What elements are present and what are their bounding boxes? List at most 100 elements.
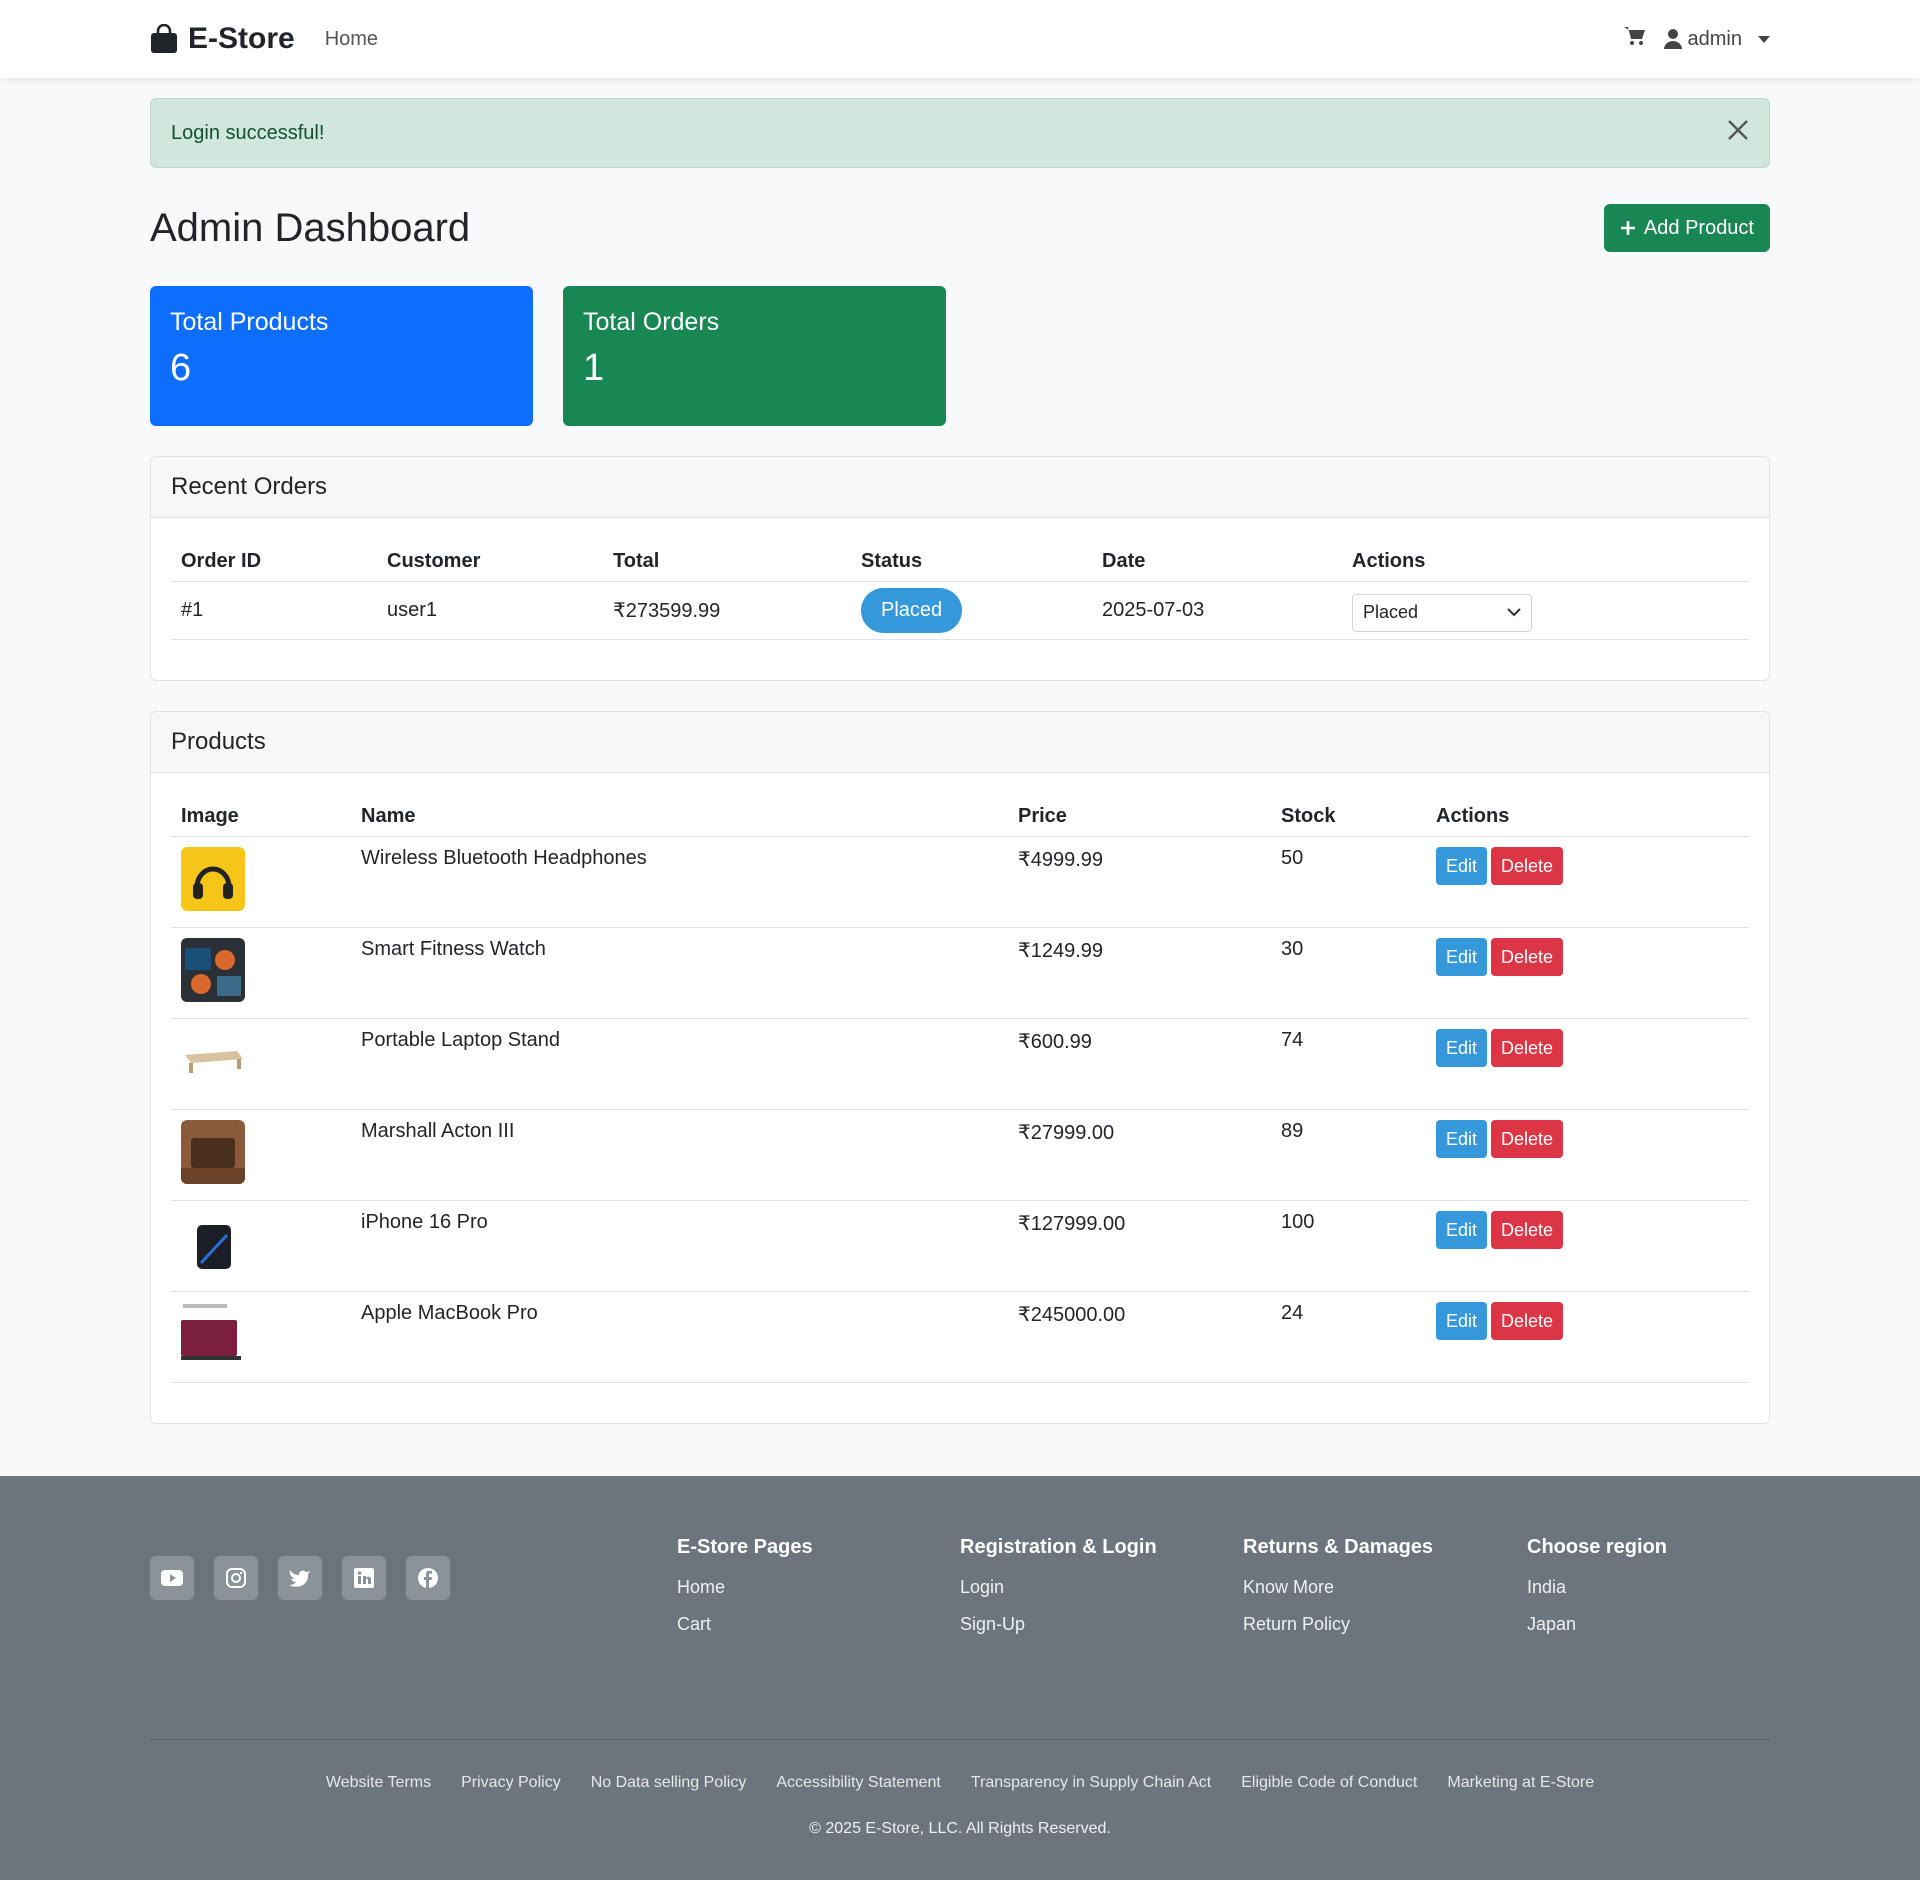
stat-value: 1 xyxy=(583,347,605,389)
legal-link[interactable]: No Data selling Policy xyxy=(591,1774,747,1792)
product-stock: 74 xyxy=(1271,1018,1426,1110)
product-name: Apple MacBook Pro xyxy=(351,1291,1008,1383)
product-image-iphone xyxy=(181,1211,245,1275)
product-name: Wireless Bluetooth Headphones xyxy=(351,836,1008,928)
product-image-macbook xyxy=(181,1302,245,1366)
edit-button[interactable]: Edit xyxy=(1436,1302,1488,1340)
product-name: Marshall Acton III xyxy=(351,1109,1008,1201)
order-customer: user1 xyxy=(377,581,603,640)
close-icon[interactable] xyxy=(1727,119,1749,147)
table-row: Wireless Bluetooth Headphones ₹4999.99 5… xyxy=(171,836,1749,928)
delete-button[interactable]: Delete xyxy=(1491,1302,1564,1340)
alert-message: Login successful! xyxy=(171,121,325,144)
success-alert: Login successful! xyxy=(150,98,1770,168)
linkedin-icon[interactable] xyxy=(342,1556,386,1600)
navbar: E-Store Home admin xyxy=(0,0,1920,78)
column-header: Price xyxy=(1008,793,1271,837)
table-row: iPhone 16 Pro ₹127999.00 100 Edit Delete xyxy=(171,1200,1749,1292)
delete-button[interactable]: Delete xyxy=(1491,1120,1564,1158)
stat-label: Total Products xyxy=(170,308,329,336)
product-image-watch xyxy=(181,938,245,1002)
product-stock: 50 xyxy=(1271,836,1426,928)
delete-button[interactable]: Delete xyxy=(1491,1029,1564,1067)
product-price: ₹27999.00 xyxy=(1008,1109,1271,1201)
facebook-icon[interactable] xyxy=(406,1556,450,1600)
edit-button[interactable]: Edit xyxy=(1436,1029,1488,1067)
column-header: Stock xyxy=(1271,793,1426,837)
status-select[interactable]: Placed xyxy=(1352,593,1532,632)
column-header: Total xyxy=(603,538,851,582)
twitter-icon[interactable] xyxy=(278,1556,322,1600)
footer-link-cart[interactable]: Cart xyxy=(677,1614,813,1635)
footer-column-region: Choose region India Japan xyxy=(1527,1536,1667,1651)
footer-column-registration: Registration & Login Login Sign-Up xyxy=(960,1536,1157,1651)
footer-link-login[interactable]: Login xyxy=(960,1577,1157,1598)
footer-link-return-policy[interactable]: Return Policy xyxy=(1243,1614,1433,1635)
product-stock: 24 xyxy=(1271,1291,1426,1383)
table-row: #1 user1 ₹273599.99 Placed 2025-07-03 Pl… xyxy=(171,581,1749,640)
brand-logo[interactable]: E-Store xyxy=(150,22,295,56)
delete-button[interactable]: Delete xyxy=(1491,847,1564,885)
table-row: Marshall Acton III ₹27999.00 89 Edit Dele… xyxy=(171,1109,1749,1201)
footer-column-pages: E-Store Pages Home Cart xyxy=(677,1536,813,1651)
status-select-value: Placed xyxy=(1363,602,1419,622)
footer-column-returns: Returns & Damages Know More Return Polic… xyxy=(1243,1536,1433,1651)
footer-divider xyxy=(150,1739,1770,1740)
user-menu[interactable]: admin xyxy=(1663,28,1770,51)
add-product-button[interactable]: Add Product xyxy=(1603,204,1770,252)
stat-value: 6 xyxy=(170,347,192,389)
edit-button[interactable]: Edit xyxy=(1436,1120,1488,1158)
product-image-speaker xyxy=(181,1120,245,1184)
legal-link[interactable]: Website Terms xyxy=(326,1774,431,1792)
chevron-down-icon xyxy=(1507,608,1521,617)
footer-link-signup[interactable]: Sign-Up xyxy=(960,1614,1157,1635)
footer-link-home[interactable]: Home xyxy=(677,1577,813,1598)
product-name: Portable Laptop Stand xyxy=(351,1018,1008,1110)
chevron-down-icon xyxy=(1758,35,1770,43)
legal-link[interactable]: Privacy Policy xyxy=(461,1774,561,1792)
column-header: Actions xyxy=(1342,538,1749,582)
product-name: iPhone 16 Pro xyxy=(351,1200,1008,1292)
orders-table: Order ID Customer Total Status Date Acti… xyxy=(171,538,1749,640)
stat-label: Total Orders xyxy=(583,308,720,336)
product-price: ₹600.99 xyxy=(1008,1018,1271,1110)
legal-link[interactable]: Marketing at E-Store xyxy=(1447,1774,1594,1792)
edit-button[interactable]: Edit xyxy=(1436,847,1488,885)
footer-link-know-more[interactable]: Know More xyxy=(1243,1577,1433,1598)
cart-icon[interactable] xyxy=(1623,26,1646,52)
legal-link[interactable]: Accessibility Statement xyxy=(776,1774,941,1792)
site-footer: E-Store Pages Home Cart Registration & L… xyxy=(0,1476,1920,1880)
instagram-icon[interactable] xyxy=(214,1556,258,1600)
card-title: Products xyxy=(151,712,1769,773)
edit-button[interactable]: Edit xyxy=(1436,1211,1488,1249)
legal-link[interactable]: Eligible Code of Conduct xyxy=(1241,1774,1417,1792)
page-title: Admin Dashboard xyxy=(150,205,471,250)
column-header: Image xyxy=(171,793,351,837)
copyright: © 2025 E-Store, LLC. All Rights Reserved… xyxy=(809,1820,1111,1837)
footer-link-india[interactable]: India xyxy=(1527,1577,1667,1598)
column-header: Order ID xyxy=(171,538,377,582)
footer-column-title: Registration & Login xyxy=(960,1536,1157,1558)
shopping-bag-icon xyxy=(151,24,177,53)
product-image-laptop-stand xyxy=(181,1029,245,1093)
product-price: ₹4999.99 xyxy=(1008,836,1271,928)
legal-link[interactable]: Transparency in Supply Chain Act xyxy=(971,1774,1211,1792)
plus-icon xyxy=(1620,221,1635,235)
delete-button[interactable]: Delete xyxy=(1491,1211,1564,1249)
table-row: Portable Laptop Stand ₹600.99 74 Edit Del… xyxy=(171,1018,1749,1110)
product-image-headphones xyxy=(181,847,245,911)
edit-button[interactable]: Edit xyxy=(1436,938,1488,976)
youtube-icon[interactable] xyxy=(150,1556,194,1600)
column-header: Status xyxy=(851,538,1092,582)
product-price: ₹245000.00 xyxy=(1008,1291,1271,1383)
footer-column-title: Returns & Damages xyxy=(1243,1536,1434,1558)
order-total: ₹273599.99 xyxy=(603,581,851,640)
order-id: #1 xyxy=(171,581,377,640)
product-stock: 100 xyxy=(1271,1200,1426,1292)
nav-home-link[interactable]: Home xyxy=(325,28,378,51)
column-header: Customer xyxy=(377,538,603,582)
product-stock: 89 xyxy=(1271,1109,1426,1201)
stat-card-total-orders: Total Orders 1 xyxy=(563,286,946,426)
delete-button[interactable]: Delete xyxy=(1491,938,1564,976)
footer-link-japan[interactable]: Japan xyxy=(1527,1614,1667,1635)
